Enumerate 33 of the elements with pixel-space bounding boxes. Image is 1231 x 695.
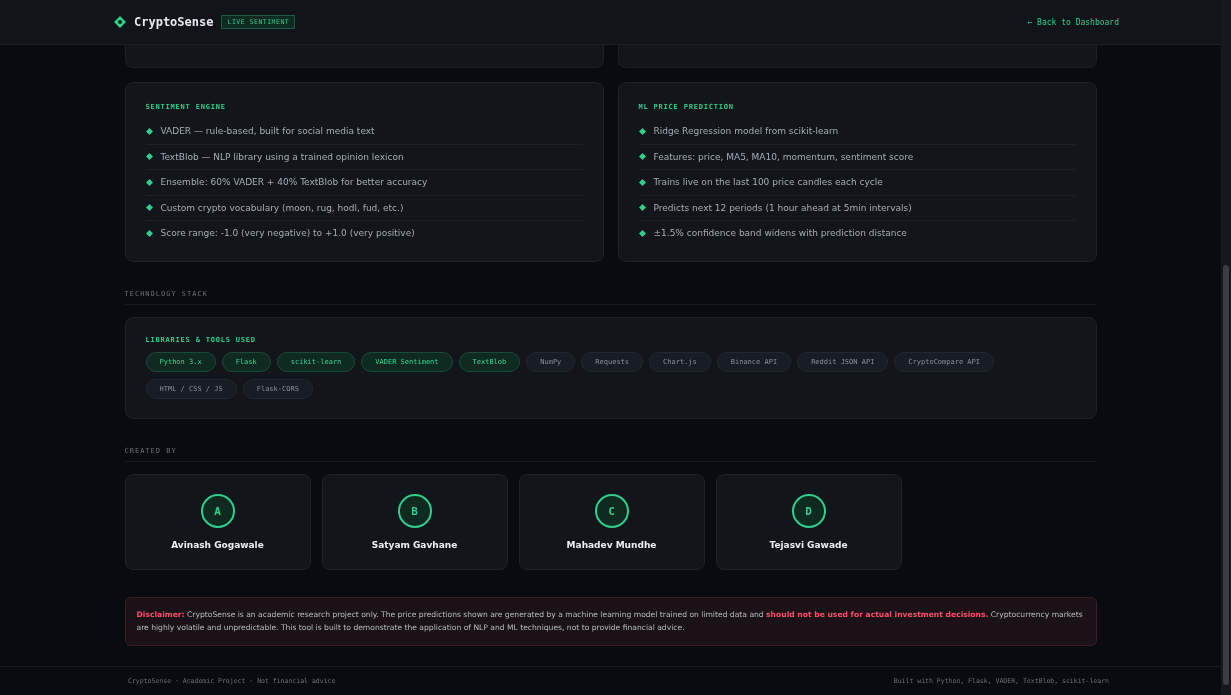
diamond-bullet-icon [638, 229, 646, 237]
avatar-initial: C [594, 494, 629, 528]
diamond-bullet-icon [145, 153, 153, 161]
diamond-bullet-icon [145, 127, 153, 135]
feature-text: Ensemble: 60% VADER + 40% TextBlob for better accuracy [160, 177, 428, 188]
feature-text: Trains live on the last 100 price candles each cycle [653, 177, 883, 188]
avatar-initial: A [200, 494, 235, 528]
diamond-bullet-icon [638, 127, 646, 135]
diamond-logo-icon [114, 16, 126, 28]
feature-text: Score range: -1.0 (very negative) to +1.0 (very positive) [160, 228, 415, 239]
diamond-bullet-icon [145, 204, 153, 212]
creator-name: Satyam Gavhane [371, 540, 458, 550]
scrollbar-thumb[interactable] [1223, 265, 1229, 685]
diamond-bullet-icon [145, 229, 153, 237]
feature-text: ±1.5% confidence band widens with prediction distance [653, 228, 907, 239]
scrollbar[interactable] [1221, 0, 1231, 695]
creator-name: Avinash Gogawale [171, 540, 264, 550]
feature-text: TextBlob — NLP library using a trained opinion lexicon [160, 151, 404, 162]
diamond-bullet-icon [638, 204, 646, 212]
back-link[interactable]: ← Back to Dashboard [1027, 17, 1119, 27]
avatar-initial: B [397, 494, 432, 528]
feature-text: VADER — rule-based, built for social media text [160, 126, 375, 137]
feature-text: Ridge Regression model from scikit-learn [653, 126, 839, 137]
diamond-bullet-icon [638, 178, 646, 186]
creator-name: Tejasvi Gawade [769, 540, 848, 550]
creator-name: Mahadev Mundhe [566, 540, 657, 550]
diamond-bullet-icon [638, 153, 646, 161]
feature-text: Predicts next 12 periods (1 hour ahead at 5min intervals) [653, 202, 912, 213]
feature-text: Features: price, MA5, MA10, momentum, sentiment score [653, 151, 914, 162]
avatar-initial: D [791, 494, 826, 528]
feature-text: Custom crypto vocabulary (moon, rug, hodl, fud, etc.) [160, 202, 404, 213]
diamond-bullet-icon [145, 178, 153, 186]
brand-name: CryptoSense [134, 15, 214, 29]
